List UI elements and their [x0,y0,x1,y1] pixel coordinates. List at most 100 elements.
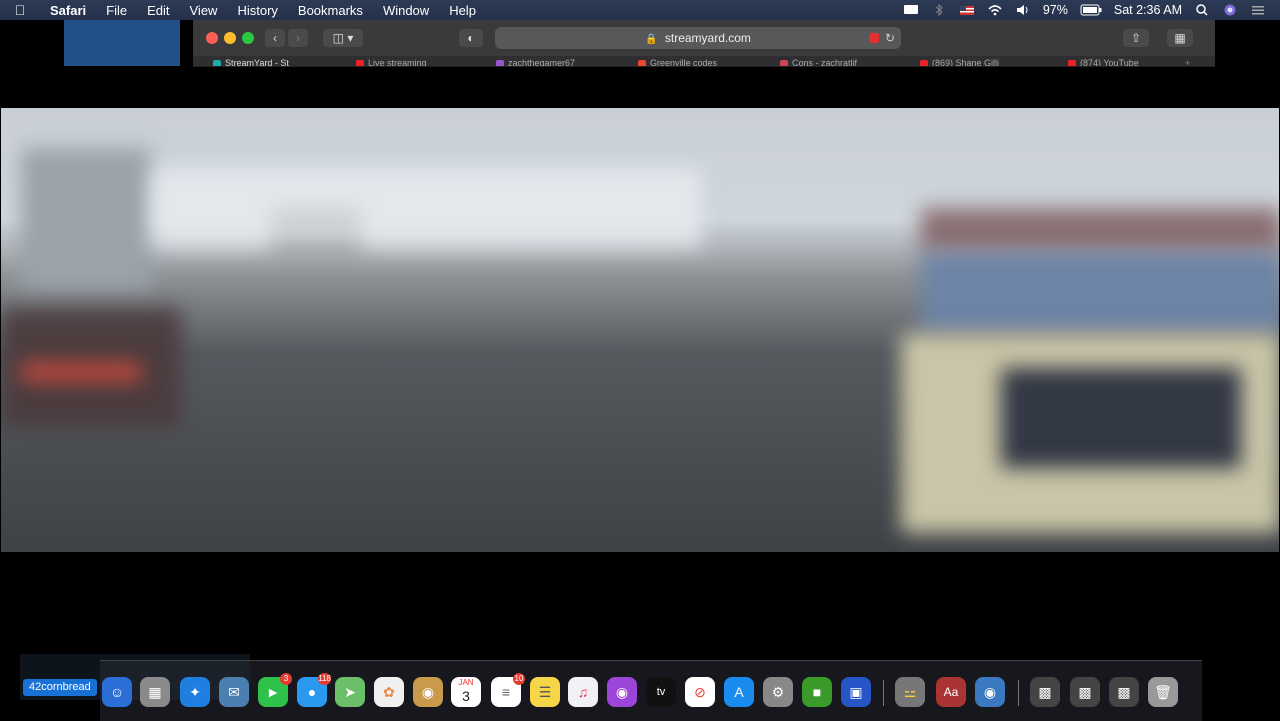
extension-icon[interactable] [869,33,879,43]
youtube-favicon-icon [920,59,928,66]
tab-label: (869) Shane Gilli [932,58,1000,67]
menu-safari[interactable]: Safari [40,3,96,18]
calendar-day: 3 [462,688,470,704]
status-area: 97% Sat 2:36 AM [903,0,1280,20]
photos-icon[interactable]: ✿ [374,677,404,707]
dock-separator [1018,680,1019,706]
tab-label: Greenville codes [650,58,718,67]
facetime-badge: 3 [280,673,292,685]
menu-edit[interactable]: Edit [137,3,179,18]
maps-icon[interactable]: ➤ [335,677,365,707]
address-bar[interactable]: 🔒 streamyard.com ↻ [495,27,901,49]
tab-label: StreamYard - St [225,58,289,67]
mail-icon[interactable]: ✉ [219,677,249,707]
url-text: streamyard.com [664,31,751,45]
quicktime-icon[interactable]: ◉ [975,677,1005,707]
spotlight-search-icon[interactable] [1194,4,1210,16]
minecraft-icon[interactable]: ■ [802,677,832,707]
window-thumbnail-icon[interactable]: ▩ [1109,677,1139,707]
siri-icon[interactable] [1222,4,1238,16]
blurred-sky [151,168,701,248]
menu-window[interactable]: Window [373,3,439,18]
blurred-wall [921,253,1279,333]
sidebar-toggle-icon[interactable]: ◫ ▾ [323,29,363,47]
screen-mirroring-icon[interactable] [903,4,919,16]
tab-shane-gilli[interactable]: (869) Shane Gilli [920,57,1030,67]
menu-help[interactable]: Help [439,3,486,18]
music-icon[interactable]: ♫ [568,677,598,707]
apple-icon[interactable]:  [0,2,40,18]
tab-streamyard[interactable]: StreamYard - St [213,57,313,67]
keychain-icon[interactable]: ⚍ [895,677,925,707]
menu-view[interactable]: View [180,3,228,18]
menu-file[interactable]: File [96,3,137,18]
share-icon[interactable]: ⇧ [1123,29,1149,47]
back-arrow-icon[interactable]: ‹ [265,29,285,47]
battery-percent: 97% [1042,3,1068,17]
streamyard-favicon-icon [213,59,221,66]
tab-label: zachthegamer67 [508,58,576,67]
blurred-roof [921,208,1279,253]
roblox-studio-icon[interactable]: ▣ [841,677,871,707]
finder-icon[interactable]: ☺ [102,677,132,707]
launchpad-icon[interactable]: ▦ [140,677,170,707]
privacy-shield-icon[interactable]: ◐ [459,29,483,47]
site-favicon-icon [638,59,646,66]
podcasts-icon[interactable]: ◉ [607,677,637,707]
dock-separator [883,680,884,706]
menu-bookmarks[interactable]: Bookmarks [288,3,373,18]
system-preferences-icon[interactable]: ⚙ [763,677,793,707]
app-store-icon[interactable]: A [724,677,754,707]
close-window-button[interactable] [206,32,218,44]
battery-charging-icon[interactable] [1080,4,1102,16]
tab-overview-icon[interactable]: ▦ [1167,29,1193,47]
safari-window: ‹ › ◫ ▾ ◐ 🔒 streamyard.com ↻ ⇧ ▦ StreamY… [193,20,1215,67]
messages-badge: 118 [318,673,331,685]
news-icon[interactable]: ⊘ [685,677,715,707]
apple-tv-icon[interactable]: tv [646,677,676,707]
reminders-icon[interactable]: ≡ 10 [491,673,525,707]
clock[interactable]: Sat 2:36 AM [1114,3,1182,17]
youtube-favicon-icon [1068,59,1076,66]
safari-icon[interactable]: ✦ [180,677,210,707]
new-tab-button[interactable]: + [1185,57,1199,66]
calendar-month: JAN [458,678,474,687]
safari-toolbar: ‹ › ◫ ▾ ◐ 🔒 streamyard.com ↻ ⇧ ▦ [193,20,1215,56]
menu-bar:  Safari File Edit View History Bookmark… [0,0,1280,20]
blurred-pillar [21,148,151,288]
youtube-favicon-icon [356,59,364,66]
calendar-icon[interactable]: JAN 3 [451,677,481,707]
video-frame [1,108,1279,552]
flag-us-icon[interactable] [959,4,975,16]
maximize-window-button[interactable] [242,32,254,44]
tab-bar: StreamYard - St Live streaming zachthega… [193,56,1215,66]
site-favicon-icon [780,59,788,66]
tab-label: Live streaming [368,58,427,67]
tab-live-streaming[interactable]: Live streaming [356,57,476,67]
tab-cons[interactable]: Cons - zachratlif [780,57,890,67]
menu-history[interactable]: History [227,3,287,18]
contacts-icon[interactable]: ◉ [413,677,443,707]
tab-label: Cons - zachratlif [792,58,858,67]
minimize-window-button[interactable] [224,32,236,44]
facetime-icon[interactable]: ► 3 [258,673,292,707]
forward-arrow-icon[interactable]: › [288,29,308,47]
dictionary-icon[interactable]: Aa [936,677,966,707]
tv-label: tv [656,686,666,698]
tab-greenville-codes[interactable]: Greenville codes [638,57,748,67]
notification-center-icon[interactable] [1250,4,1266,16]
reload-icon[interactable]: ↻ [885,27,895,49]
tab-label: (874) YouTube [1080,58,1139,67]
wifi-icon[interactable] [987,4,1003,16]
tab-youtube[interactable]: (874) YouTube [1068,57,1178,67]
downloads-stack-icon[interactable]: ▩ [1030,677,1060,707]
volume-icon[interactable] [1015,4,1031,16]
window-thumbnail-icon[interactable]: ▩ [1070,677,1100,707]
messages-icon[interactable]: ● 118 [297,673,331,707]
trash-icon[interactable]: 🗑 [1148,677,1178,707]
notes-icon[interactable]: ☰ [530,677,560,707]
tab-zachthegamer[interactable]: zachthegamer67 [496,57,606,67]
blurred-dark-object [1001,368,1241,468]
bluetooth-icon[interactable] [931,4,947,16]
reminders-badge: 10 [513,673,525,685]
